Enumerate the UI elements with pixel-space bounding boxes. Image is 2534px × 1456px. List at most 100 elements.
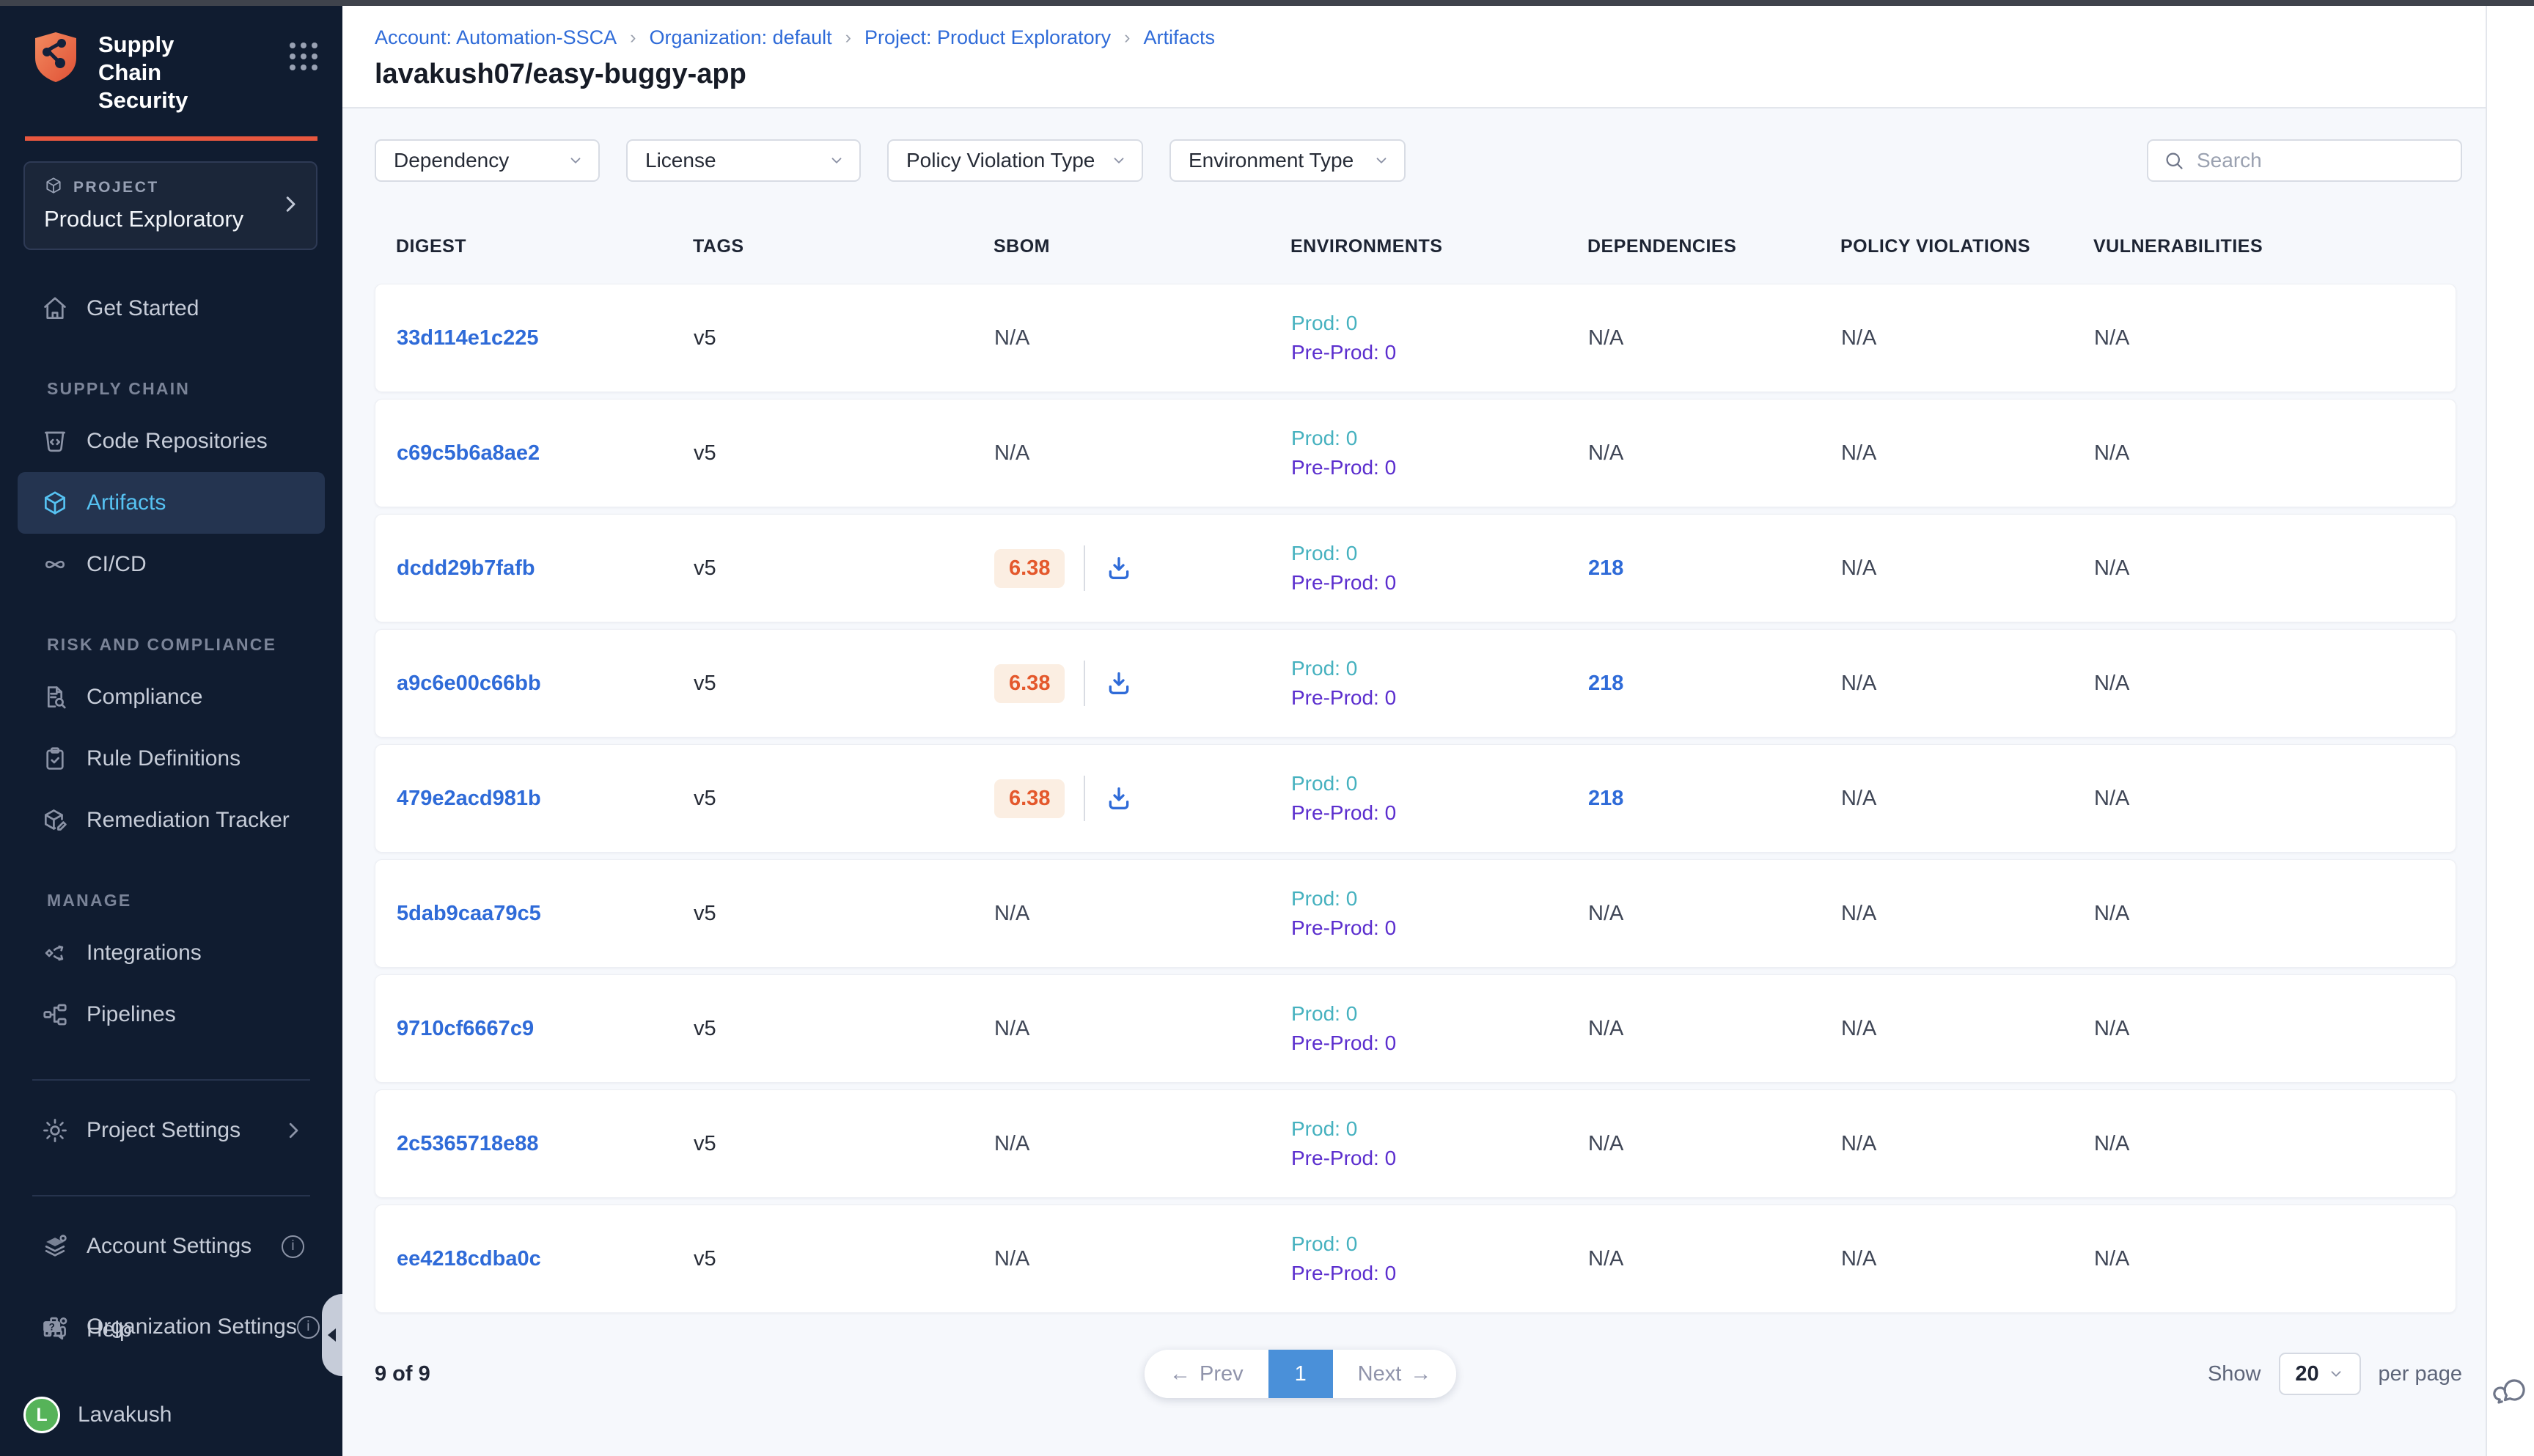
prev-page-button[interactable]: ← Prev bbox=[1145, 1350, 1268, 1398]
window-top-strip bbox=[0, 0, 2534, 6]
page-1-button[interactable]: 1 bbox=[1268, 1350, 1333, 1398]
digest-link[interactable]: c69c5b6a8ae2 bbox=[397, 441, 540, 465]
column-header-environments: ENVIRONMENTS bbox=[1290, 236, 1587, 257]
sbom-score-badge: 6.38 bbox=[994, 779, 1065, 818]
chevron-right-icon bbox=[279, 193, 301, 218]
vulnerabilities-value: N/A bbox=[2094, 441, 2129, 465]
digest-link[interactable]: 479e2acd981b bbox=[397, 787, 541, 810]
doc-search-icon bbox=[41, 683, 69, 711]
user-name: Lavakush bbox=[78, 1402, 172, 1427]
filter-dropdown-dependency[interactable]: Dependency bbox=[375, 139, 600, 182]
page-size-control: Show 20 per page bbox=[2208, 1353, 2462, 1395]
sidebar-item-rule-definitions[interactable]: Rule Definitions bbox=[18, 728, 325, 790]
sidebar-item-project-settings[interactable]: Project Settings bbox=[18, 1100, 325, 1161]
info-icon[interactable]: i bbox=[282, 1235, 304, 1258]
digest-link[interactable]: 2c5365718e88 bbox=[397, 1132, 539, 1155]
digest-link[interactable]: 5dab9caa79c5 bbox=[397, 902, 541, 925]
sidebar-item-label: Code Repositories bbox=[87, 429, 268, 454]
chevron-right-icon bbox=[282, 1119, 304, 1141]
filter-dropdown-environment-type[interactable]: Environment Type bbox=[1169, 139, 1406, 182]
digest-link[interactable]: a9c6e00c66bb bbox=[397, 672, 541, 695]
tag-value: v5 bbox=[694, 1247, 716, 1271]
cube-edit-icon bbox=[41, 806, 69, 834]
next-page-button[interactable]: Next → bbox=[1333, 1350, 1457, 1398]
sidebar-item-code-repositories[interactable]: Code Repositories bbox=[18, 411, 325, 472]
sbom-download-button[interactable] bbox=[1104, 554, 1134, 583]
sbom-value: N/A bbox=[994, 1017, 1029, 1040]
integrations-icon bbox=[41, 939, 69, 967]
dependencies-link[interactable]: 218 bbox=[1588, 787, 1623, 810]
sidebar-item-label: Compliance bbox=[87, 685, 202, 710]
arrow-right-icon: → bbox=[1410, 1362, 1431, 1386]
policy-violations-value: N/A bbox=[1841, 1017, 1876, 1040]
artifact-row: 5dab9caa79c5v5N/A Prod: 0 Pre-Prod: 0 N/… bbox=[375, 859, 2456, 968]
filter-dropdown-policy-violation-type[interactable]: Policy Violation Type bbox=[887, 139, 1143, 182]
env-preprod-count: Pre-Prod: 0 bbox=[1291, 798, 1588, 828]
environments-cell: Prod: 0 Pre-Prod: 0 bbox=[1291, 424, 1588, 482]
table-header-row: DIGESTTAGSSBOMENVIRONMENTSDEPENDENCIESPO… bbox=[375, 236, 2456, 257]
env-preprod-count: Pre-Prod: 0 bbox=[1291, 1144, 1588, 1173]
breadcrumb-link[interactable]: Organization: default bbox=[650, 26, 832, 49]
sbom-value: N/A bbox=[994, 1132, 1029, 1155]
vulnerabilities-value: N/A bbox=[2094, 556, 2129, 580]
environments-cell: Prod: 0 Pre-Prod: 0 bbox=[1291, 1114, 1588, 1173]
dependencies-link[interactable]: 218 bbox=[1588, 672, 1623, 695]
sidebar-item-pipelines[interactable]: Pipelines bbox=[18, 984, 325, 1045]
sbom-score-badge: 6.38 bbox=[994, 664, 1065, 703]
dependencies-link[interactable]: 218 bbox=[1588, 556, 1623, 580]
search-box[interactable] bbox=[2147, 139, 2462, 182]
filter-label: Policy Violation Type bbox=[906, 149, 1095, 172]
sidebar-item-integrations[interactable]: Integrations bbox=[18, 922, 325, 984]
nav-section: MANAGEIntegrationsPipelines bbox=[0, 891, 342, 1045]
sidebar-item-label: Remediation Tracker bbox=[87, 808, 290, 833]
breadcrumb-link[interactable]: Artifacts bbox=[1143, 26, 1215, 49]
tag-value: v5 bbox=[694, 441, 716, 465]
sidebar-item-label: Rule Definitions bbox=[87, 746, 240, 771]
digest-link[interactable]: dcdd29b7fafb bbox=[397, 556, 535, 580]
breadcrumb-link[interactable]: Project: Product Exploratory bbox=[864, 26, 1111, 49]
sidebar-item-help[interactable]: ? Help bbox=[18, 1299, 325, 1361]
chat-bubbles-icon[interactable] bbox=[2493, 1374, 2528, 1409]
nav-section: SUPPLY CHAINCode RepositoriesArtifactsCI… bbox=[0, 379, 342, 595]
artifact-row: a9c6e00c66bbv5 6.38 Prod: 0 Pre-Prod: 0 … bbox=[375, 629, 2456, 738]
tag-value: v5 bbox=[694, 1017, 716, 1040]
module-grid-icon[interactable] bbox=[290, 43, 317, 70]
tag-value: v5 bbox=[694, 1132, 716, 1155]
divider bbox=[32, 1195, 310, 1196]
sidebar-item-artifacts[interactable]: Artifacts bbox=[18, 472, 325, 534]
sidebar-item-ci-cd[interactable]: CI/CD bbox=[18, 534, 325, 595]
digest-link[interactable]: ee4218cdba0c bbox=[397, 1247, 541, 1271]
sidebar-item-account-settings[interactable]: Account Settings i bbox=[18, 1216, 325, 1277]
artifact-row: 33d114e1c225v5N/A Prod: 0 Pre-Prod: 0 N/… bbox=[375, 284, 2456, 392]
sbom-value: N/A bbox=[994, 1247, 1029, 1271]
search-input[interactable] bbox=[2197, 149, 2446, 172]
sidebar-item-remediation-tracker[interactable]: Remediation Tracker bbox=[18, 790, 325, 851]
sbom-download-button[interactable] bbox=[1104, 784, 1134, 813]
project-selector[interactable]: PROJECT Product Exploratory bbox=[23, 161, 317, 250]
code-repo-icon bbox=[41, 427, 69, 455]
environments-cell: Prod: 0 Pre-Prod: 0 bbox=[1291, 539, 1588, 598]
clipboard-check-icon bbox=[41, 745, 69, 773]
breadcrumb-link[interactable]: Account: Automation-SSCA bbox=[375, 26, 617, 49]
artifact-row: 479e2acd981bv5 6.38 Prod: 0 Pre-Prod: 0 … bbox=[375, 744, 2456, 853]
dependencies-value: N/A bbox=[1588, 441, 1623, 465]
filter-dropdown-license[interactable]: License bbox=[626, 139, 861, 182]
environments-cell: Prod: 0 Pre-Prod: 0 bbox=[1291, 654, 1588, 713]
digest-link[interactable]: 9710cf6667c9 bbox=[397, 1017, 534, 1040]
sidebar-item-compliance[interactable]: Compliance bbox=[18, 666, 325, 728]
sidebar-bottom: ? Help L Lavakush bbox=[0, 1299, 342, 1444]
user-menu[interactable]: L Lavakush bbox=[23, 1386, 325, 1444]
filter-label: Environment Type bbox=[1189, 149, 1354, 172]
page-size-select[interactable]: 20 bbox=[2279, 1353, 2361, 1395]
dependencies-value: N/A bbox=[1588, 1132, 1623, 1155]
sidebar-item-get-started[interactable]: Get Started bbox=[18, 278, 325, 339]
env-preprod-count: Pre-Prod: 0 bbox=[1291, 683, 1588, 713]
environments-cell: Prod: 0 Pre-Prod: 0 bbox=[1291, 1229, 1588, 1288]
digest-link[interactable]: 33d114e1c225 bbox=[397, 326, 539, 350]
sbom-download-button[interactable] bbox=[1104, 669, 1134, 698]
per-page-label: per page bbox=[2379, 1362, 2463, 1386]
policy-violations-value: N/A bbox=[1841, 326, 1876, 350]
logo-row: Supply Chain Security bbox=[0, 6, 342, 114]
sbom-value: N/A bbox=[994, 441, 1029, 465]
sidebar-collapse-handle[interactable] bbox=[322, 1294, 342, 1376]
